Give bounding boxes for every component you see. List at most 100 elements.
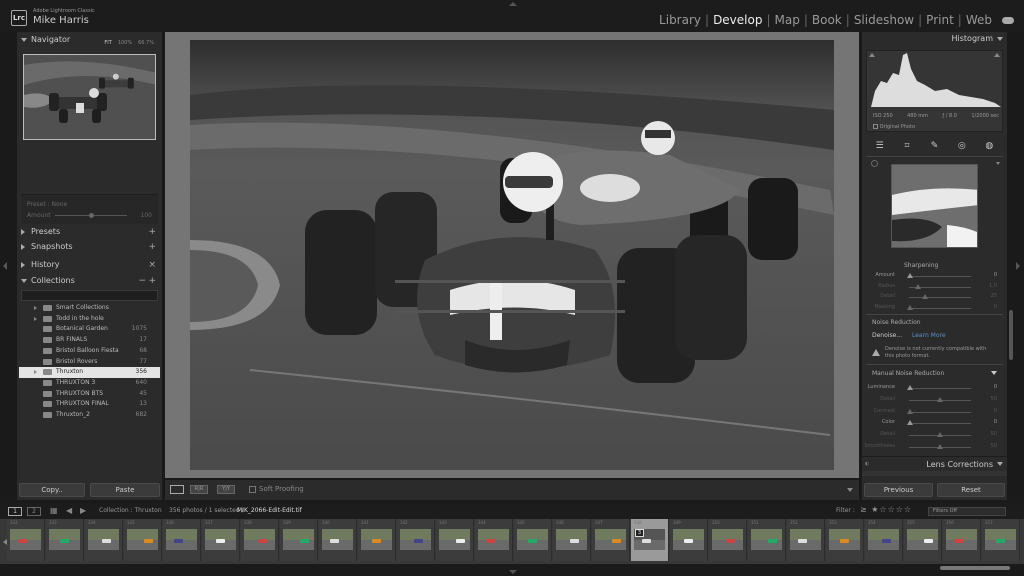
soft-proofing-checkbox[interactable]	[249, 486, 256, 493]
zoom-66[interactable]: 66.7%	[138, 36, 154, 50]
current-filename[interactable]: MIK_2066-Edit-Edit.tif	[237, 507, 302, 514]
cloud-icon[interactable]	[1002, 16, 1014, 24]
back-arrow-icon[interactable]: ◀	[66, 506, 72, 515]
module-web[interactable]: Web	[962, 13, 996, 27]
slider-value[interactable]: 0	[994, 272, 997, 278]
original-photo-checkbox[interactable]	[873, 124, 878, 129]
toolbar-menu-icon[interactable]	[847, 488, 853, 492]
slider-knob[interactable]	[907, 408, 914, 414]
filmstrip-thumbnail[interactable]: 344	[475, 519, 513, 561]
collection-item[interactable]: Thruxton_2 682	[19, 410, 160, 421]
collection-item[interactable]: Smart Collections	[19, 303, 160, 314]
detail-preview[interactable]	[891, 164, 978, 248]
module-map[interactable]: Map	[771, 13, 804, 27]
filmstrip-thumbnail[interactable]: 341	[358, 519, 396, 561]
lens-corrections-header[interactable]: ◐ Lens Corrections	[862, 456, 1007, 470]
expand-icon[interactable]	[34, 306, 37, 310]
slider-value[interactable]: 0	[994, 384, 997, 390]
collection-item[interactable]: THRUXTON FINAL 13	[19, 399, 160, 410]
copy-button[interactable]: Copy..	[19, 483, 85, 497]
denoise-button[interactable]: Denoise...	[872, 332, 902, 339]
slider-knob[interactable]	[915, 283, 922, 289]
right-panel-scrollbar[interactable]	[1009, 310, 1013, 360]
collection-search-input[interactable]	[21, 290, 158, 301]
collection-item[interactable]: BR FINALS 17	[19, 335, 160, 346]
filmstrip-left-arrow[interactable]	[3, 539, 7, 545]
zoom-fit[interactable]: FIT	[104, 36, 111, 50]
left-panel-toggle[interactable]	[3, 262, 7, 270]
masking-icon[interactable]: ◍	[984, 141, 994, 151]
filmstrip-thumbnail[interactable]: 347	[592, 519, 630, 561]
add-preset-icon[interactable]: +	[148, 225, 156, 239]
collection-item[interactable]: THRUXTON BTS 45	[19, 389, 160, 400]
slider-track[interactable]	[909, 307, 971, 309]
filmstrip-thumbnail[interactable]: 337	[202, 519, 240, 561]
window-1-button[interactable]: 1	[8, 507, 22, 516]
add-collection-icon[interactable]: +	[148, 274, 156, 288]
collapse-icon[interactable]	[991, 371, 997, 375]
collection-item[interactable]: Bristol Balloon Fiesta 68	[19, 346, 160, 357]
module-slideshow[interactable]: Slideshow	[850, 13, 918, 27]
detail-menu-icon[interactable]	[996, 162, 1000, 165]
slider-track[interactable]	[909, 297, 971, 298]
expand-icon[interactable]	[34, 316, 37, 321]
panel-switch-icon[interactable]: ◐	[865, 461, 869, 467]
filmstrip-thumbnail[interactable]: 340	[319, 519, 357, 561]
expand-icon[interactable]	[34, 370, 37, 375]
collection-item[interactable]: Todd in the hole	[19, 314, 160, 325]
healing-brush-icon[interactable]: ✎	[929, 141, 939, 151]
navigator-preview[interactable]	[23, 54, 156, 140]
collection-item[interactable]: Thruxton 356	[19, 367, 160, 378]
presets-header[interactable]: Presets +	[17, 225, 162, 239]
slider-track[interactable]	[909, 276, 971, 277]
paste-button[interactable]: Paste	[90, 483, 160, 497]
collections-header[interactable]: Collections − +	[17, 274, 162, 288]
filmstrip-thumbnail[interactable]: 334	[85, 519, 123, 561]
before-after-split-button[interactable]: Y|Y	[217, 485, 235, 494]
slider-value[interactable]: 25	[991, 293, 997, 299]
module-print[interactable]: Print	[922, 13, 958, 27]
filmstrip-thumbnail[interactable]: 343	[436, 519, 474, 561]
slider-track[interactable]	[909, 388, 971, 389]
filmstrip-thumbnail[interactable]: 345	[514, 519, 552, 561]
previous-button[interactable]: Previous	[864, 483, 933, 497]
snapshots-header[interactable]: Snapshots +	[17, 240, 162, 254]
filmstrip-thumbnail[interactable]: 339	[280, 519, 318, 561]
shadow-clip-icon[interactable]	[869, 53, 875, 57]
slider-value[interactable]: 1.0	[989, 283, 997, 289]
forward-arrow-icon[interactable]: ▶	[80, 506, 86, 515]
slider-knob[interactable]	[907, 385, 914, 390]
clear-history-icon[interactable]: ×	[148, 258, 156, 272]
crop-icon[interactable]: ⌗	[902, 141, 912, 151]
collapse-icon[interactable]	[997, 462, 1003, 466]
filmstrip-thumbnail[interactable]: 357	[982, 519, 1020, 561]
filmstrip-thumbnail[interactable]: 338	[241, 519, 279, 561]
slider-value[interactable]: 0	[994, 419, 997, 425]
histogram[interactable]: ISO 250 480 mm ƒ / 8.0 1/2000 sec Origin…	[866, 50, 1003, 132]
collection-source[interactable]: Collection : Thruxton	[99, 507, 162, 514]
filmstrip-thumbnail[interactable]: 332	[7, 519, 45, 561]
slider-value[interactable]: 0	[994, 408, 997, 414]
loupe-view-icon[interactable]	[170, 485, 184, 494]
slider-value[interactable]: 50	[991, 431, 997, 437]
bottom-panel-toggle[interactable]	[509, 570, 517, 574]
module-library[interactable]: Library	[655, 13, 705, 27]
filmstrip-thumbnail[interactable]: 336	[163, 519, 201, 561]
slider-knob[interactable]	[907, 304, 914, 310]
filmstrip-thumbnail[interactable]: 355	[904, 519, 942, 561]
slider-knob[interactable]	[937, 444, 943, 449]
grid-view-icon[interactable]: ▦	[50, 506, 58, 515]
top-panel-toggle[interactable]	[509, 2, 517, 6]
module-book[interactable]: Book	[808, 13, 846, 27]
window-2-button[interactable]: 2	[27, 507, 41, 516]
slider-knob[interactable]	[907, 420, 914, 426]
zoom-100[interactable]: 100%	[118, 36, 132, 50]
original-photo-toggle[interactable]: Original Photo	[873, 124, 915, 130]
filmstrip-thumbnail[interactable]: 352	[787, 519, 825, 561]
slider-value[interactable]: 50	[991, 443, 997, 449]
filmstrip-thumbnail[interactable]: 349	[670, 519, 708, 561]
filmstrip-thumbnail[interactable]: 348 3	[631, 519, 669, 561]
filmstrip-thumbnail[interactable]: 346	[553, 519, 591, 561]
filmstrip-scrollbar[interactable]	[940, 566, 1010, 570]
collapse-icon[interactable]	[997, 37, 1003, 41]
